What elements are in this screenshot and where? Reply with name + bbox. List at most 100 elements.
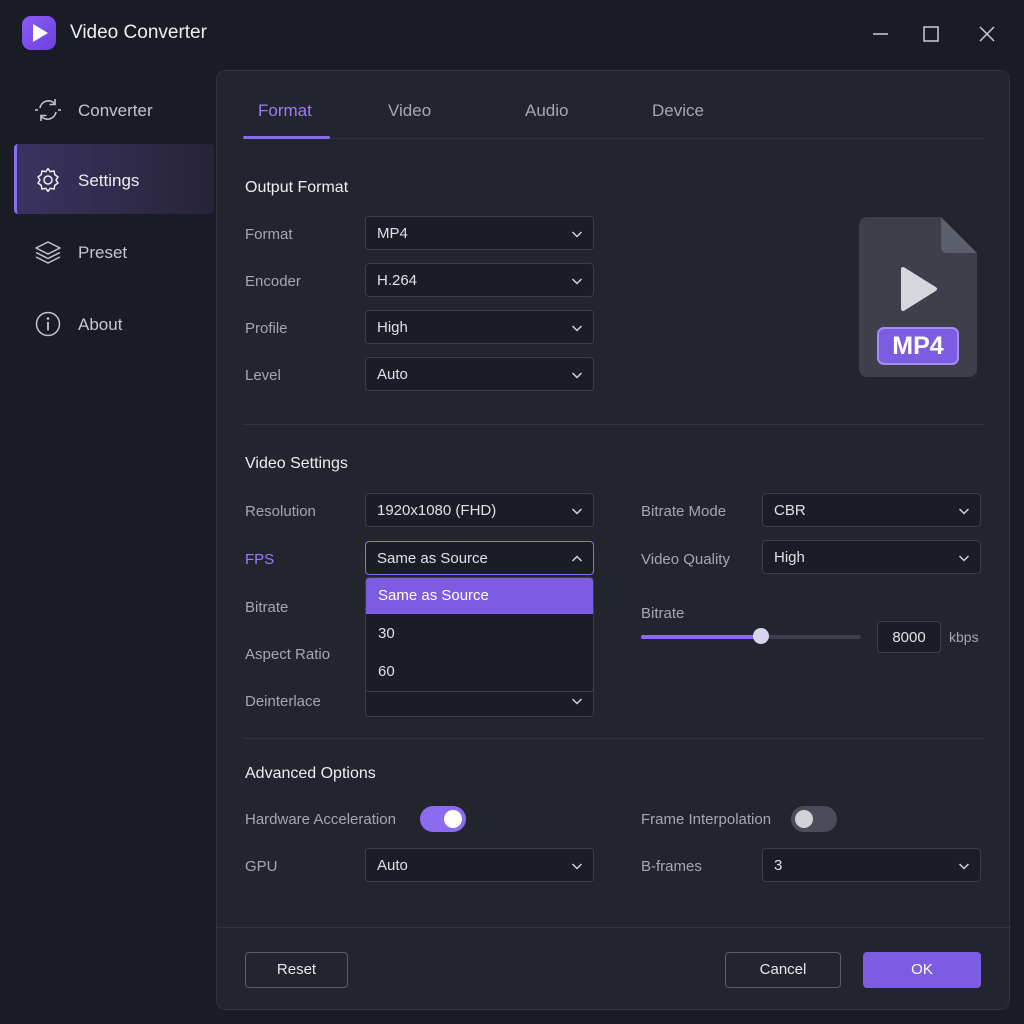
tab-device[interactable]: Device (652, 101, 704, 121)
section-title-output-format: Output Format (245, 179, 349, 196)
file-format-icon: MP4 (859, 217, 977, 377)
bitrate-slider-label: Bitrate (641, 605, 685, 622)
tab-audio[interactable]: Audio (525, 101, 568, 121)
fps-select[interactable]: Same as Source (365, 541, 594, 575)
cancel-button[interactable]: Cancel (725, 952, 841, 988)
fps-label: FPS (245, 551, 275, 568)
sidebar-item-preset[interactable]: Preset (14, 216, 214, 286)
section-title-advanced-options: Advanced Options (245, 765, 376, 782)
resolution-label: Resolution (245, 503, 316, 520)
profile-select[interactable]: High (365, 310, 594, 344)
chevron-down-icon (571, 278, 583, 285)
active-tab-indicator (243, 136, 330, 139)
toggle-knob (795, 810, 813, 828)
format-select[interactable]: MP4 (365, 216, 594, 250)
deinterlace-label: Deinterlace (245, 693, 321, 710)
minimize-button[interactable] (866, 20, 894, 48)
resolution-value: 1920x1080 (FHD) (377, 502, 497, 519)
profile-label: Profile (245, 320, 288, 337)
video-quality-select[interactable]: High (762, 540, 981, 574)
format-value: MP4 (377, 225, 408, 242)
app-title: Video Converter (70, 22, 207, 43)
option-label: Same as Source (378, 587, 489, 604)
gpu-value: Auto (377, 857, 408, 874)
gpu-label: GPU (245, 858, 278, 875)
reset-button[interactable]: Reset (245, 952, 348, 988)
gpu-select[interactable]: Auto (365, 848, 594, 882)
level-label: Level (245, 367, 281, 384)
app-logo (22, 16, 56, 50)
bitrate-slider-fill (641, 635, 761, 639)
sidebar-item-converter[interactable]: Converter (14, 74, 214, 144)
encoder-value: H.264 (377, 272, 418, 289)
aspect-ratio-label: Aspect Ratio (245, 646, 331, 663)
dialog-footer: Reset Cancel OK (217, 927, 1011, 1011)
chevron-down-icon (571, 863, 583, 870)
frame-interpolation-label: Frame Interpolation (641, 811, 772, 828)
fps-option-30[interactable]: 30 (366, 616, 593, 652)
chevron-up-icon (571, 555, 583, 562)
section-divider (243, 424, 985, 425)
bitrate-mode-value: CBR (774, 502, 806, 519)
hardware-acceleration-label: Hardware Acceleration (245, 811, 396, 828)
chevron-down-icon (571, 508, 583, 515)
chevron-down-icon (571, 325, 583, 332)
bitrate-mode-select[interactable]: CBR (762, 493, 981, 527)
close-icon (979, 26, 995, 42)
resolution-select[interactable]: 1920x1080 (FHD) (365, 493, 594, 527)
profile-value: High (377, 319, 408, 336)
option-label: 60 (378, 663, 395, 680)
layers-icon (35, 241, 61, 264)
tab-format[interactable]: Format (258, 101, 312, 121)
close-button[interactable] (973, 20, 1001, 48)
toggle-knob (444, 810, 462, 828)
bitrate-mode-label: Bitrate Mode (641, 503, 727, 520)
level-value: Auto (377, 366, 408, 383)
sidebar-item-label: Settings (78, 171, 140, 190)
bframes-label: B-frames (641, 858, 702, 875)
bitrate-input[interactable]: 8000 (877, 621, 941, 653)
sidebar: Converter Settings Preset About (14, 72, 214, 372)
maximize-button[interactable] (917, 20, 945, 48)
encoder-label: Encoder (245, 273, 301, 290)
maximize-icon (923, 26, 939, 42)
bitrate-unit: kbps (949, 629, 979, 645)
sidebar-item-settings[interactable]: Settings (14, 144, 214, 214)
fps-dropdown-menu: Same as Source 30 60 (365, 577, 594, 692)
sidebar-item-about[interactable]: About (14, 288, 214, 358)
video-quality-value: High (774, 549, 805, 566)
title-bar: Video Converter (0, 0, 1024, 68)
file-format-badge: MP4 (877, 327, 959, 365)
hardware-acceleration-toggle[interactable] (420, 806, 466, 832)
info-icon (35, 311, 61, 337)
converter-icon (35, 99, 61, 121)
bframes-select[interactable]: 3 (762, 848, 981, 882)
fps-option-same-as-source[interactable]: Same as Source (366, 578, 593, 614)
sidebar-item-label: Converter (78, 101, 153, 120)
format-label: Format (245, 226, 293, 243)
sidebar-item-label: About (78, 315, 123, 334)
minimize-icon (873, 33, 888, 35)
gear-icon (37, 167, 59, 193)
option-label: 30 (378, 625, 395, 642)
level-select[interactable]: Auto (365, 357, 594, 391)
chevron-down-icon (571, 372, 583, 379)
encoder-select[interactable]: H.264 (365, 263, 594, 297)
tab-bar: Format Video Audio Device (243, 71, 985, 139)
sidebar-item-label: Preset (78, 243, 128, 262)
section-title-video-settings: Video Settings (245, 455, 348, 472)
chevron-down-icon (958, 863, 970, 870)
chevron-down-icon (571, 698, 583, 705)
video-quality-label: Video Quality (641, 551, 730, 568)
tab-video[interactable]: Video (388, 101, 431, 121)
bitrate-slider[interactable] (641, 635, 861, 639)
bitrate-label: Bitrate (245, 599, 289, 616)
ok-button[interactable]: OK (863, 952, 981, 988)
fps-option-60[interactable]: 60 (366, 654, 593, 690)
bitrate-slider-thumb[interactable] (752, 628, 769, 644)
frame-interpolation-toggle[interactable] (791, 806, 837, 832)
fps-value: Same as Source (377, 550, 488, 567)
chevron-down-icon (958, 508, 970, 515)
bitrate-value: 8000 (892, 629, 926, 646)
chevron-down-icon (571, 231, 583, 238)
